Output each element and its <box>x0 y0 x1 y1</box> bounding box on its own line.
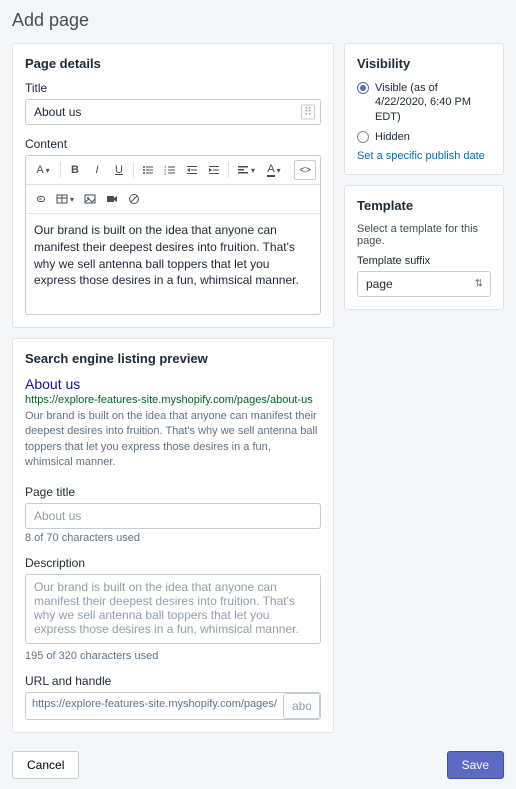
chevron-updown-icon: ⇅ <box>475 279 483 290</box>
template-title: Template <box>357 198 491 213</box>
title-input[interactable] <box>25 99 321 125</box>
template-card: Template Select a template for this page… <box>344 185 504 310</box>
text-color-dropdown[interactable]: A▾ <box>261 160 287 180</box>
link-button[interactable] <box>30 189 50 209</box>
page-title-input[interactable] <box>25 503 321 529</box>
html-view-button[interactable]: <> <box>294 160 316 180</box>
content-label: Content <box>25 137 321 151</box>
numbered-list-button[interactable]: 123 <box>160 160 180 180</box>
description-helper: 195 of 320 characters used <box>25 650 321 662</box>
url-prefix: https://explore-features-site.myshopify.… <box>26 693 283 719</box>
description-input[interactable] <box>25 574 321 644</box>
page-heading: Add page <box>12 10 504 31</box>
template-suffix-select[interactable] <box>357 271 491 297</box>
seo-preview-title: About us <box>25 376 321 392</box>
visibility-title: Visibility <box>357 56 491 71</box>
url-handle-input[interactable] <box>283 693 320 719</box>
table-dropdown[interactable]: ▾ <box>52 189 78 209</box>
video-button[interactable] <box>102 189 122 209</box>
save-button[interactable]: Save <box>447 751 504 779</box>
title-label: Title <box>25 81 321 95</box>
underline-button[interactable]: U <box>109 160 129 180</box>
seo-preview-description: Our brand is built on the idea that anyo… <box>25 409 321 471</box>
format-dropdown[interactable]: A ▾ <box>30 160 56 180</box>
radio-checked-icon <box>357 82 369 94</box>
image-button[interactable] <box>80 189 100 209</box>
seo-preview-url: https://explore-features-site.myshopify.… <box>25 394 321 406</box>
page-details-title: Page details <box>25 56 321 71</box>
editor-toolbar-row1: A ▾ B I U 123 ▾ A▾ <> <box>26 156 320 185</box>
url-label: URL and handle <box>25 674 321 688</box>
bold-button[interactable]: B <box>65 160 85 180</box>
bullet-list-button[interactable] <box>138 160 158 180</box>
hidden-label: Hidden <box>375 130 410 144</box>
italic-button[interactable]: I <box>87 160 107 180</box>
content-editor[interactable]: Our brand is built on the idea that anyo… <box>26 214 320 314</box>
svg-text:3: 3 <box>164 171 167 176</box>
cancel-button[interactable]: Cancel <box>12 751 79 779</box>
visibility-visible-option[interactable]: Visible (as of 4/22/2020, 6:40 PM EDT) <box>357 81 491 124</box>
visibility-card: Visibility Visible (as of 4/22/2020, 6:4… <box>344 43 504 175</box>
page-details-card: Page details Title ⠿ Content A ▾ B I U <box>12 43 334 328</box>
template-helper: Select a template for this page. <box>357 223 491 247</box>
set-publish-date-link[interactable]: Set a specific publish date <box>357 150 491 162</box>
page-title-helper: 8 of 70 characters used <box>25 532 321 544</box>
page-title-label: Page title <box>25 485 321 499</box>
description-label: Description <box>25 556 321 570</box>
seo-card: Search engine listing preview About us h… <box>12 338 334 733</box>
outdent-button[interactable] <box>182 160 202 180</box>
template-suffix-label: Template suffix <box>357 255 491 267</box>
radio-unchecked-icon <box>357 131 369 143</box>
indent-button[interactable] <box>204 160 224 180</box>
align-dropdown[interactable]: ▾ <box>233 160 259 180</box>
clear-format-button[interactable] <box>124 189 144 209</box>
dynamic-source-icon[interactable]: ⠿ <box>301 105 315 120</box>
visibility-hidden-option[interactable]: Hidden <box>357 130 491 144</box>
seo-card-title: Search engine listing preview <box>25 351 321 366</box>
visible-label: Visible (as of 4/22/2020, 6:40 PM EDT) <box>375 81 491 124</box>
editor-toolbar-row2: ▾ <box>26 185 320 214</box>
